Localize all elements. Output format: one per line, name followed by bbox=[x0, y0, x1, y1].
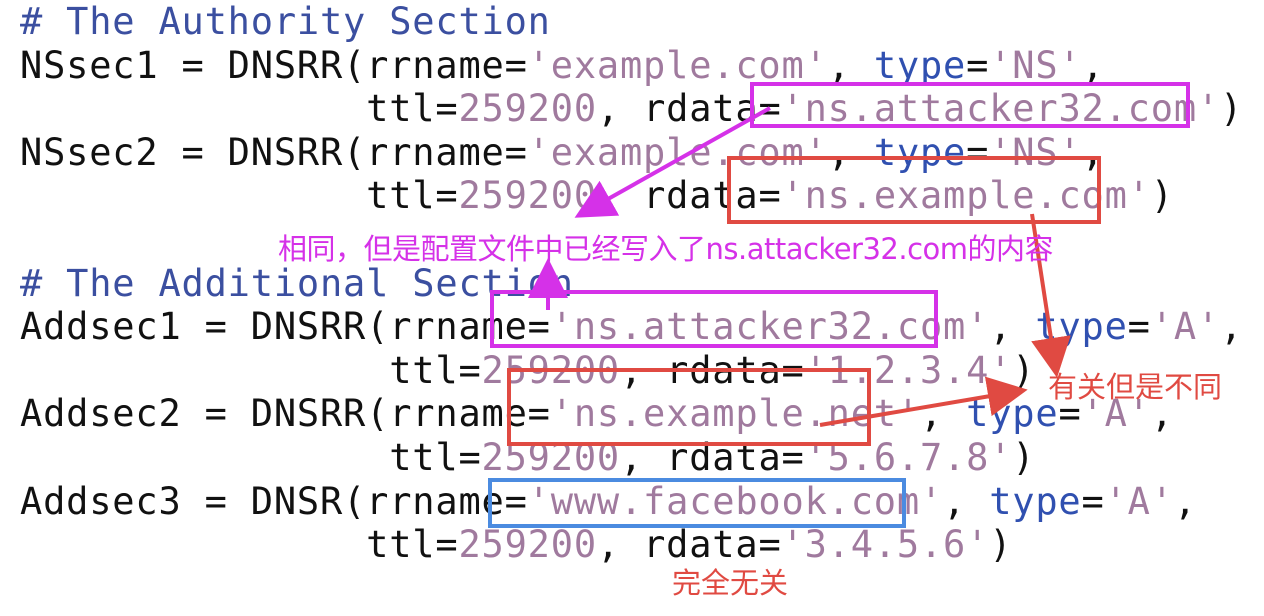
code-token: NSsec1 = DNSRR( bbox=[20, 43, 367, 87]
code-token: 'example.com' bbox=[527, 43, 828, 87]
code-token: ttl= bbox=[20, 348, 482, 392]
code-token: , bbox=[1081, 43, 1105, 87]
code-token: , bbox=[827, 43, 874, 87]
annotation-related-note: 有关但是不同 bbox=[1048, 370, 1223, 404]
code-token: ttl= bbox=[20, 435, 482, 479]
code-token: , bbox=[919, 392, 967, 436]
code-token: rrname= bbox=[366, 43, 528, 87]
code-token: 'NS' bbox=[989, 43, 1082, 87]
code-token: , bbox=[989, 305, 1036, 349]
highlight-box-ns-attacker32-rdata bbox=[750, 82, 1190, 128]
code-token: type bbox=[989, 479, 1082, 523]
code-token: NSsec2 = DNSRR( bbox=[20, 130, 367, 174]
code-line: ttl=259200, rdata='3.4.5.6') bbox=[20, 523, 1243, 567]
code-token: 'A' bbox=[1104, 479, 1174, 523]
code-token: # The Authority Section bbox=[20, 0, 551, 43]
code-token: Addsec2 = DNSRR( bbox=[20, 392, 390, 436]
code-token: ttl= bbox=[20, 523, 459, 567]
code-token: 259200 bbox=[458, 523, 597, 567]
code-token: 'A' bbox=[1150, 305, 1220, 349]
code-token: ) bbox=[1150, 174, 1174, 218]
code-token: , bbox=[943, 479, 990, 523]
code-token: 259200 bbox=[458, 174, 597, 218]
annotation-unrelated-note: 完全无关 bbox=[672, 566, 789, 600]
code-token: Addsec1 = DNSRR( bbox=[20, 305, 390, 349]
code-token: , bbox=[1219, 305, 1244, 349]
code-token: rrname= bbox=[366, 130, 528, 174]
code-token: type bbox=[873, 43, 967, 87]
highlight-box-ns-example-com-rdata bbox=[727, 156, 1101, 224]
code-line: # The Authority Section bbox=[20, 0, 1243, 44]
code-token: type bbox=[966, 392, 1059, 436]
code-token: ttl= bbox=[20, 87, 459, 131]
highlight-box-ns-attacker32-rrname bbox=[490, 290, 938, 348]
code-token: '3.4.5.6' bbox=[781, 523, 990, 567]
code-token: = bbox=[1127, 305, 1151, 349]
annotation-same-note: 相同，但是配置文件中已经写入了ns.attacker32.com的内容 bbox=[278, 232, 1054, 266]
highlight-box-ns-example-net-rrname bbox=[507, 368, 871, 446]
code-token: ) bbox=[1012, 348, 1036, 392]
highlight-box-facebook-rrname bbox=[488, 478, 906, 528]
code-token: ttl= bbox=[20, 174, 459, 218]
code-token: ) bbox=[1219, 87, 1244, 131]
code-token: ) bbox=[1012, 435, 1036, 479]
code-token: = bbox=[1081, 479, 1105, 523]
code-token: = bbox=[966, 43, 990, 87]
code-token: , bbox=[1173, 479, 1197, 523]
code-token: Addsec3 = DNSR( bbox=[20, 479, 367, 523]
code-token: 259200 bbox=[458, 87, 597, 131]
code-token: ) bbox=[989, 523, 1013, 567]
code-token: type bbox=[1035, 305, 1128, 349]
code-line: NSsec1 = DNSRR(rrname='example.com', typ… bbox=[20, 44, 1243, 88]
